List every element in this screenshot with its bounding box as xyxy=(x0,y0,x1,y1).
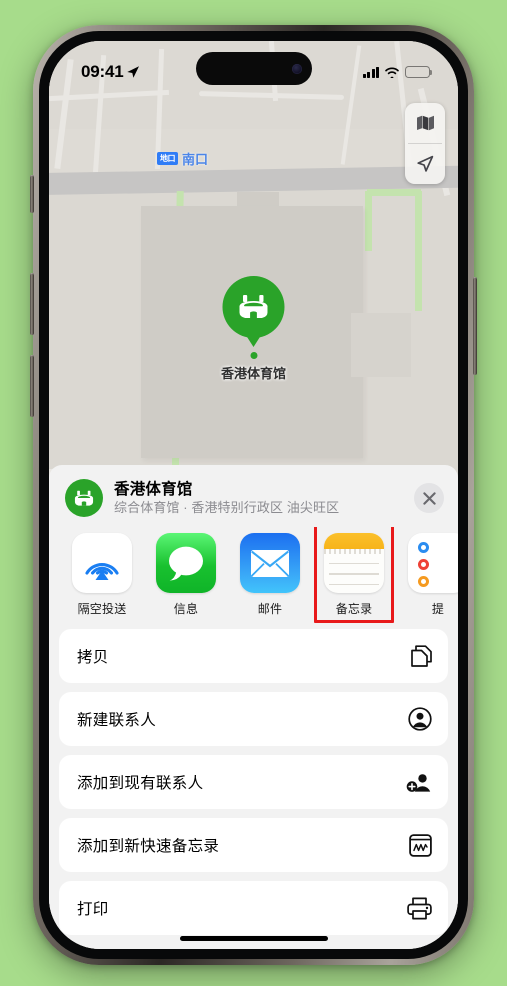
page-title: 香港体育馆 xyxy=(114,481,193,498)
messages-icon xyxy=(156,533,216,593)
cellular-signal-icon xyxy=(362,66,379,78)
map-block xyxy=(351,313,411,377)
action-add-to-contact[interactable]: 添加到现有联系人 xyxy=(59,755,448,809)
share-sheet-titles: 香港体育馆 综合体育馆 · 香港特别行政区 油尖旺区 xyxy=(114,480,403,516)
phone-screen: 地口 南口 香港体育馆 09:41 香港体育馆 综合体育馆 · 香港特别行政区 … xyxy=(49,41,458,949)
dynamic-island xyxy=(195,52,312,85)
notes-top-band xyxy=(324,533,384,549)
app-label: 提 xyxy=(431,602,445,616)
volume-down-button[interactable] xyxy=(30,355,34,417)
volume-up-button[interactable] xyxy=(30,273,34,335)
copy-icon xyxy=(410,644,432,668)
share-app-airdrop[interactable]: 隔空投送 xyxy=(71,533,133,617)
close-icon xyxy=(422,491,436,505)
airdrop-icon xyxy=(72,533,132,593)
phone-frame: 地口 南口 香港体育馆 09:41 香港体育馆 综合体育馆 · 香港特别行政区 … xyxy=(30,25,477,965)
action-label: 添加到现有联系人 xyxy=(77,775,204,792)
power-button[interactable] xyxy=(473,277,477,375)
stadium-icon xyxy=(74,490,94,506)
location-arrow-icon xyxy=(127,66,140,78)
place-thumbnail xyxy=(65,479,103,517)
close-button[interactable] xyxy=(414,483,444,513)
share-app-notes[interactable]: 备忘录 xyxy=(314,527,394,623)
action-label: 打印 xyxy=(77,901,109,918)
reminder-dot-orange xyxy=(418,576,429,587)
share-sheet-header: 香港体育馆 综合体育馆 · 香港特别行政区 油尖旺区 xyxy=(49,465,458,527)
reminder-dot-blue xyxy=(418,542,429,553)
speech-bubble-glyph xyxy=(169,546,203,581)
reminder-dot-red xyxy=(418,559,429,570)
page-subtitle: 综合体育馆 · 香港特别行政区 油尖旺区 xyxy=(114,500,340,515)
notes-icon xyxy=(324,533,384,593)
action-label: 拷贝 xyxy=(77,649,109,666)
wifi-icon xyxy=(385,67,399,78)
share-apps-row[interactable]: 隔空投送 信息 邮件 备忘录 提 xyxy=(49,527,458,627)
action-new-quick-note[interactable]: 添加到新快速备忘录 xyxy=(59,818,448,872)
share-app-messages[interactable]: 信息 xyxy=(155,533,217,617)
app-label: 备忘录 xyxy=(335,602,373,616)
pin-head xyxy=(222,276,285,338)
share-app-reminders[interactable]: 提 xyxy=(407,533,458,617)
notes-spiral xyxy=(324,549,384,554)
notes-line xyxy=(329,573,379,575)
share-app-mail[interactable]: 邮件 xyxy=(239,533,301,617)
action-print[interactable]: 打印 xyxy=(59,881,448,935)
app-label: 邮件 xyxy=(257,602,283,616)
map-layers-icon xyxy=(416,115,434,131)
action-label: 新建联系人 xyxy=(77,712,157,729)
map-layers-button[interactable] xyxy=(405,103,445,143)
map-controls[interactable] xyxy=(405,103,445,184)
notes-line xyxy=(329,583,379,586)
share-action-list: 拷贝 新建联系人 添加到现有联系人 添加到新快速备忘录 打印 xyxy=(49,627,458,935)
action-label: 添加到新快速备忘录 xyxy=(77,838,220,855)
metro-exit-name: 南口 xyxy=(182,152,209,167)
app-label: 信息 xyxy=(173,602,199,616)
app-label: 隔空投送 xyxy=(77,602,127,616)
action-button[interactable] xyxy=(30,175,34,213)
quick-note-icon xyxy=(409,833,432,857)
front-camera-icon xyxy=(291,63,302,74)
battery-icon xyxy=(405,66,433,78)
metro-badge-icon: 地口 xyxy=(157,152,178,165)
status-time: 09:41 xyxy=(81,62,140,82)
park-strip xyxy=(367,189,421,196)
mail-icon xyxy=(240,533,300,593)
reminders-icon xyxy=(408,533,458,593)
map-pin[interactable]: 香港体育馆 xyxy=(221,276,286,382)
add-to-contact-icon xyxy=(406,770,432,794)
share-sheet: 香港体育馆 综合体育馆 · 香港特别行政区 油尖旺区 隔空投送 信息 邮件 备忘… xyxy=(49,465,458,949)
printer-icon xyxy=(407,897,432,920)
stadium-icon xyxy=(239,295,268,318)
action-new-contact[interactable]: 新建联系人 xyxy=(59,692,448,746)
metro-exit-label[interactable]: 地口 南口 xyxy=(157,149,208,168)
status-indicators xyxy=(362,66,433,78)
home-indicator[interactable] xyxy=(179,936,328,941)
pin-anchor-dot xyxy=(249,352,257,359)
location-arrow-icon xyxy=(417,155,434,172)
new-contact-icon xyxy=(408,707,432,731)
airdrop-glyph xyxy=(85,563,119,580)
notes-line xyxy=(329,563,379,565)
park-strip xyxy=(415,191,422,311)
pin-label: 香港体育馆 xyxy=(220,366,287,381)
status-time-text: 09:41 xyxy=(81,62,124,81)
locate-me-button[interactable] xyxy=(405,144,445,184)
action-copy[interactable]: 拷贝 xyxy=(59,629,448,683)
phone-bezel: 地口 南口 香港体育馆 09:41 香港体育馆 综合体育馆 · 香港特别行政区 … xyxy=(39,31,468,959)
envelope-glyph xyxy=(250,549,290,577)
park-strip xyxy=(365,191,372,251)
